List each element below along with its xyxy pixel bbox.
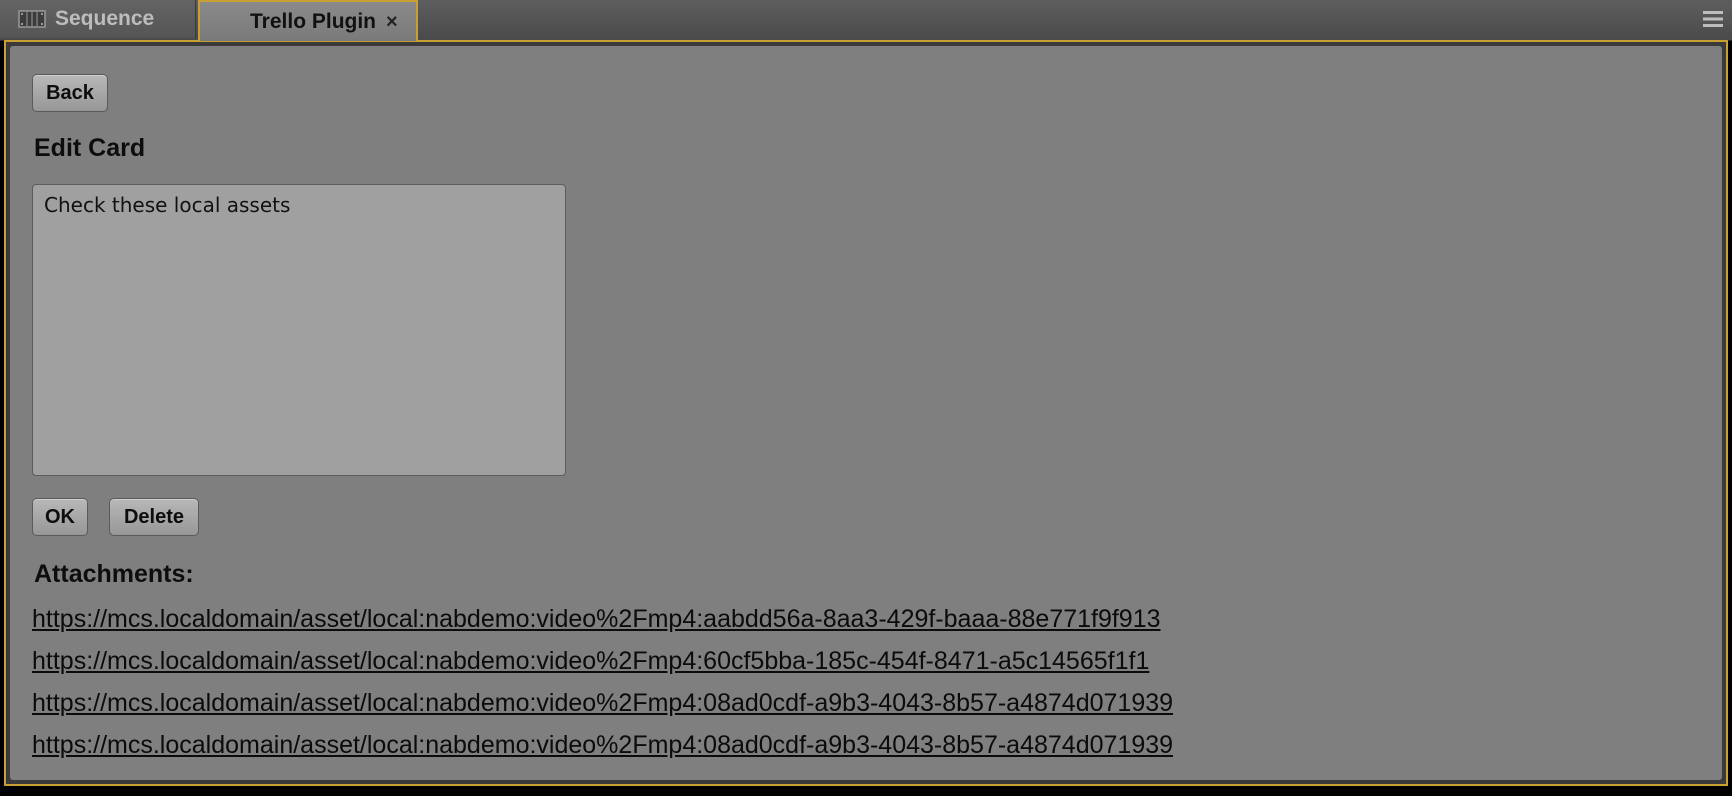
panel-content: Back Edit Card Check these local assets … [10, 46, 1722, 780]
attachment-link[interactable]: https://mcs.localdomain/asset/local:nabd… [32, 682, 1173, 724]
ok-button[interactable]: OK [32, 498, 88, 536]
card-description-textarea[interactable]: Check these local assets [32, 184, 566, 476]
attachment-link[interactable]: https://mcs.localdomain/asset/local:nabd… [32, 598, 1173, 640]
hamburger-menu-icon[interactable] [1702, 9, 1724, 29]
trello-plugin-panel: Back Edit Card Check these local assets … [4, 40, 1728, 786]
page-title: Edit Card [34, 134, 146, 162]
attachment-list: https://mcs.localdomain/asset/local:nabd… [32, 598, 1173, 766]
back-button[interactable]: Back [32, 74, 108, 112]
tab-sequence[interactable]: Sequence [0, 0, 196, 38]
attachment-link[interactable]: https://mcs.localdomain/asset/local:nabd… [32, 724, 1173, 766]
tab-bar: Sequence Trello Plugin × [0, 0, 1732, 41]
filmstrip-icon [18, 10, 46, 28]
close-icon[interactable]: × [386, 12, 398, 32]
delete-button[interactable]: Delete [109, 498, 199, 536]
tab-trello-plugin-label: Trello Plugin [250, 9, 377, 33]
attachment-link[interactable]: https://mcs.localdomain/asset/local:nabd… [32, 640, 1173, 682]
tab-sequence-label: Sequence [55, 7, 155, 30]
tab-trello-plugin[interactable]: Trello Plugin × [198, 0, 418, 41]
attachments-heading: Attachments: [34, 560, 194, 588]
